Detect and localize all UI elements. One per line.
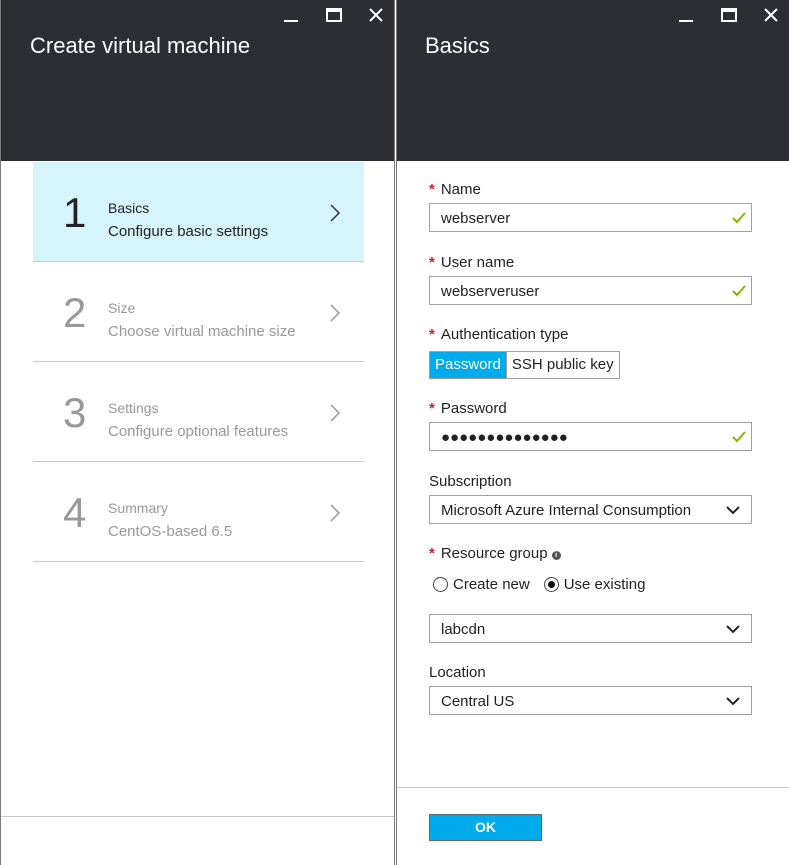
- auth-password-option[interactable]: Password: [430, 352, 506, 378]
- auth-ssh-key-option[interactable]: SSH public key: [505, 352, 619, 378]
- step-subtitle: CentOS-based 6.5: [108, 523, 233, 540]
- minimize-icon[interactable]: [281, 5, 301, 25]
- step-title: Size: [108, 300, 136, 316]
- checkmark-icon: [731, 429, 747, 445]
- maximize-icon[interactable]: [719, 5, 739, 25]
- step-title: Settings: [108, 400, 159, 416]
- maximize-icon[interactable]: [324, 5, 344, 25]
- location-value: Central US: [441, 693, 515, 710]
- create-vm-blade: Create virtual machine 1 Basics Configur…: [0, 0, 395, 865]
- blade-header: Create virtual machine: [1, 0, 394, 161]
- step-subtitle: Configure basic settings: [108, 223, 269, 240]
- subscription-value: Microsoft Azure Internal Consumption: [441, 502, 692, 519]
- username-label: * User name: [429, 254, 515, 271]
- basics-blade: Basics * Name webserver * User name webser…: [396, 0, 789, 865]
- checkmark-icon: [731, 210, 747, 226]
- chevron-down-icon: [726, 624, 740, 634]
- footer-divider: [1, 816, 394, 817]
- chevron-down-icon: [726, 505, 740, 515]
- step-basics[interactable]: 1 Basics Configure basic settings: [33, 162, 364, 262]
- location-select[interactable]: Central US: [429, 686, 752, 715]
- radio-circle: [433, 577, 448, 592]
- subscription-label: Subscription: [429, 473, 512, 490]
- step-subtitle: Choose virtual machine size: [108, 323, 296, 340]
- step-number: 4: [63, 489, 87, 536]
- minimize-icon[interactable]: [676, 5, 696, 25]
- step-subtitle: Configure optional features: [108, 423, 289, 440]
- ok-button[interactable]: OK: [429, 814, 542, 841]
- subscription-select[interactable]: Microsoft Azure Internal Consumption: [429, 495, 752, 524]
- blade-title: Basics: [425, 33, 490, 58]
- password-input[interactable]: ●●●●●●●●●●●●●●: [429, 422, 752, 451]
- resource-group-radio-group: Create new Use existing: [433, 576, 645, 593]
- radio-label: Create new: [453, 576, 530, 593]
- step-summary[interactable]: 4 Summary CentOS-based 6.5: [33, 462, 364, 562]
- name-label: * Name: [429, 181, 481, 198]
- required-marker: *: [429, 545, 435, 562]
- auth-type-toggle: Password SSH public key: [429, 351, 620, 379]
- radio-use-existing[interactable]: Use existing: [543, 576, 646, 593]
- username-value: webserveruser: [441, 283, 540, 300]
- step-title: Summary: [108, 500, 168, 516]
- step-number: 1: [63, 189, 87, 236]
- password-value: ●●●●●●●●●●●●●●: [441, 429, 568, 446]
- step-title: Basics: [108, 200, 150, 216]
- location-label: Location: [429, 664, 486, 681]
- blade-title: Create virtual machine: [30, 33, 251, 58]
- radio-create-new[interactable]: Create new: [433, 576, 530, 593]
- step-number: 3: [63, 389, 87, 436]
- chevron-down-icon: [726, 696, 740, 706]
- chevron-right-icon: [329, 203, 341, 223]
- checkmark-icon: [731, 283, 747, 299]
- radio-label: Use existing: [563, 576, 646, 593]
- blade-header: Basics: [397, 0, 789, 161]
- step-number: 2: [63, 289, 87, 336]
- step-size[interactable]: 2 Size Choose virtual machine size: [33, 262, 364, 362]
- required-marker: *: [429, 181, 435, 198]
- chevron-right-icon: [329, 403, 341, 423]
- name-input[interactable]: webserver: [429, 203, 752, 232]
- radio-circle: [543, 577, 559, 592]
- footer-divider: [397, 787, 789, 788]
- required-marker: *: [429, 400, 435, 417]
- chevron-right-icon: [329, 503, 341, 523]
- password-label: * Password: [429, 400, 507, 417]
- resource-group-value: labcdn: [441, 621, 486, 638]
- info-icon[interactable]: i: [551, 551, 561, 560]
- required-marker: *: [429, 254, 435, 271]
- wizard-steps: 1 Basics Configure basic settings 2 Size…: [33, 162, 364, 562]
- auth-type-label: * Authentication type: [429, 326, 569, 343]
- close-icon[interactable]: [366, 5, 386, 25]
- resource-group-label: * Resource group i: [429, 545, 561, 562]
- close-icon[interactable]: [761, 5, 781, 25]
- chevron-right-icon: [329, 303, 341, 323]
- username-input[interactable]: webserveruser: [429, 276, 752, 305]
- required-marker: *: [429, 326, 435, 343]
- resource-group-select[interactable]: labcdn: [429, 614, 752, 643]
- step-settings[interactable]: 3 Settings Configure optional features: [33, 362, 364, 462]
- name-value: webserver: [441, 210, 511, 227]
